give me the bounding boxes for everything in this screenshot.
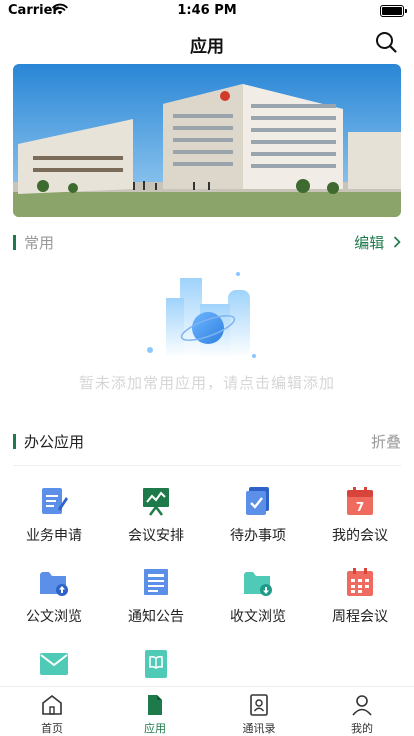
- empty-state-text: 暂未添加常用应用，请点击编辑添加: [78, 374, 335, 392]
- section-accent-bar: [13, 434, 16, 449]
- nav-bar: 应用: [0, 22, 414, 62]
- apply-form-icon: [42, 488, 68, 514]
- banner-image[interactable]: [13, 64, 401, 217]
- calendar-7-icon: 7: [347, 487, 373, 515]
- tab-label: 通讯录: [242, 722, 276, 735]
- tab-contacts[interactable]: 通讯录: [207, 687, 311, 736]
- collapse-button[interactable]: 折叠: [371, 431, 401, 452]
- empty-state-illustration: [147, 272, 256, 358]
- status-bar: Carrier 1:46 PM: [0, 0, 414, 22]
- app-todo[interactable]: 待办事项: [208, 485, 308, 555]
- svg-text:7: 7: [356, 500, 364, 514]
- tab-me[interactable]: 我的: [310, 687, 414, 736]
- home-icon: [42, 694, 62, 715]
- office-section-title: 办公应用: [24, 433, 85, 451]
- search-icon[interactable]: [374, 30, 398, 54]
- book-icon: [145, 650, 167, 678]
- app-label: 业务申请: [26, 528, 82, 544]
- calendar-grid-icon: [347, 568, 373, 596]
- app-received-browse[interactable]: 收文浏览: [208, 566, 308, 636]
- app-label: 周程会议: [332, 609, 388, 625]
- page-title: 应用: [190, 37, 224, 57]
- app-meeting-arrange[interactable]: 会议安排: [106, 485, 206, 555]
- section-accent-bar: [13, 235, 16, 250]
- person-icon: [352, 695, 372, 716]
- folder-download-icon: [244, 572, 272, 596]
- app-label: 收文浏览: [230, 609, 286, 625]
- office-section-header: 办公应用 折叠: [13, 431, 401, 453]
- app-label: 我的会议: [332, 528, 388, 544]
- tab-bar: 首页 应用 通讯录 我的: [0, 686, 414, 736]
- mail-icon: [40, 653, 68, 675]
- chevron-right-icon: [393, 234, 401, 252]
- app-business-apply[interactable]: 业务申请: [4, 485, 104, 555]
- app-label: 会议安排: [128, 528, 184, 544]
- common-section-title: 常用: [24, 234, 55, 252]
- app-notice[interactable]: 通知公告: [106, 566, 206, 636]
- divider: [13, 465, 401, 466]
- contacts-book-icon: [250, 694, 268, 716]
- tab-label: 应用: [144, 722, 166, 735]
- app-label: 公文浏览: [26, 609, 82, 625]
- app-label: 通知公告: [128, 609, 184, 625]
- edit-label: 编辑: [354, 234, 385, 252]
- tab-label: 我的: [351, 722, 373, 735]
- tab-label: 首页: [41, 722, 63, 735]
- app-document-browse[interactable]: 公文浏览: [4, 566, 104, 636]
- battery-icon: [380, 5, 407, 17]
- presentation-board-icon: [143, 488, 169, 516]
- app-label: 待办事项: [230, 528, 286, 544]
- app-weekly-meeting[interactable]: 周程会议: [310, 566, 410, 636]
- tab-home[interactable]: 首页: [0, 687, 104, 736]
- notice-document-icon: [144, 569, 168, 595]
- status-time: 1:46 PM: [177, 3, 237, 18]
- todo-checklist-icon: [246, 487, 269, 515]
- edit-button[interactable]: 编辑: [354, 232, 401, 253]
- folder-upload-icon: [40, 572, 68, 596]
- tab-apps[interactable]: 应用: [103, 687, 207, 736]
- document-icon: [148, 695, 162, 715]
- common-section-header: 常用 编辑: [13, 232, 401, 254]
- app-my-meeting[interactable]: 7 我的会议: [310, 485, 410, 555]
